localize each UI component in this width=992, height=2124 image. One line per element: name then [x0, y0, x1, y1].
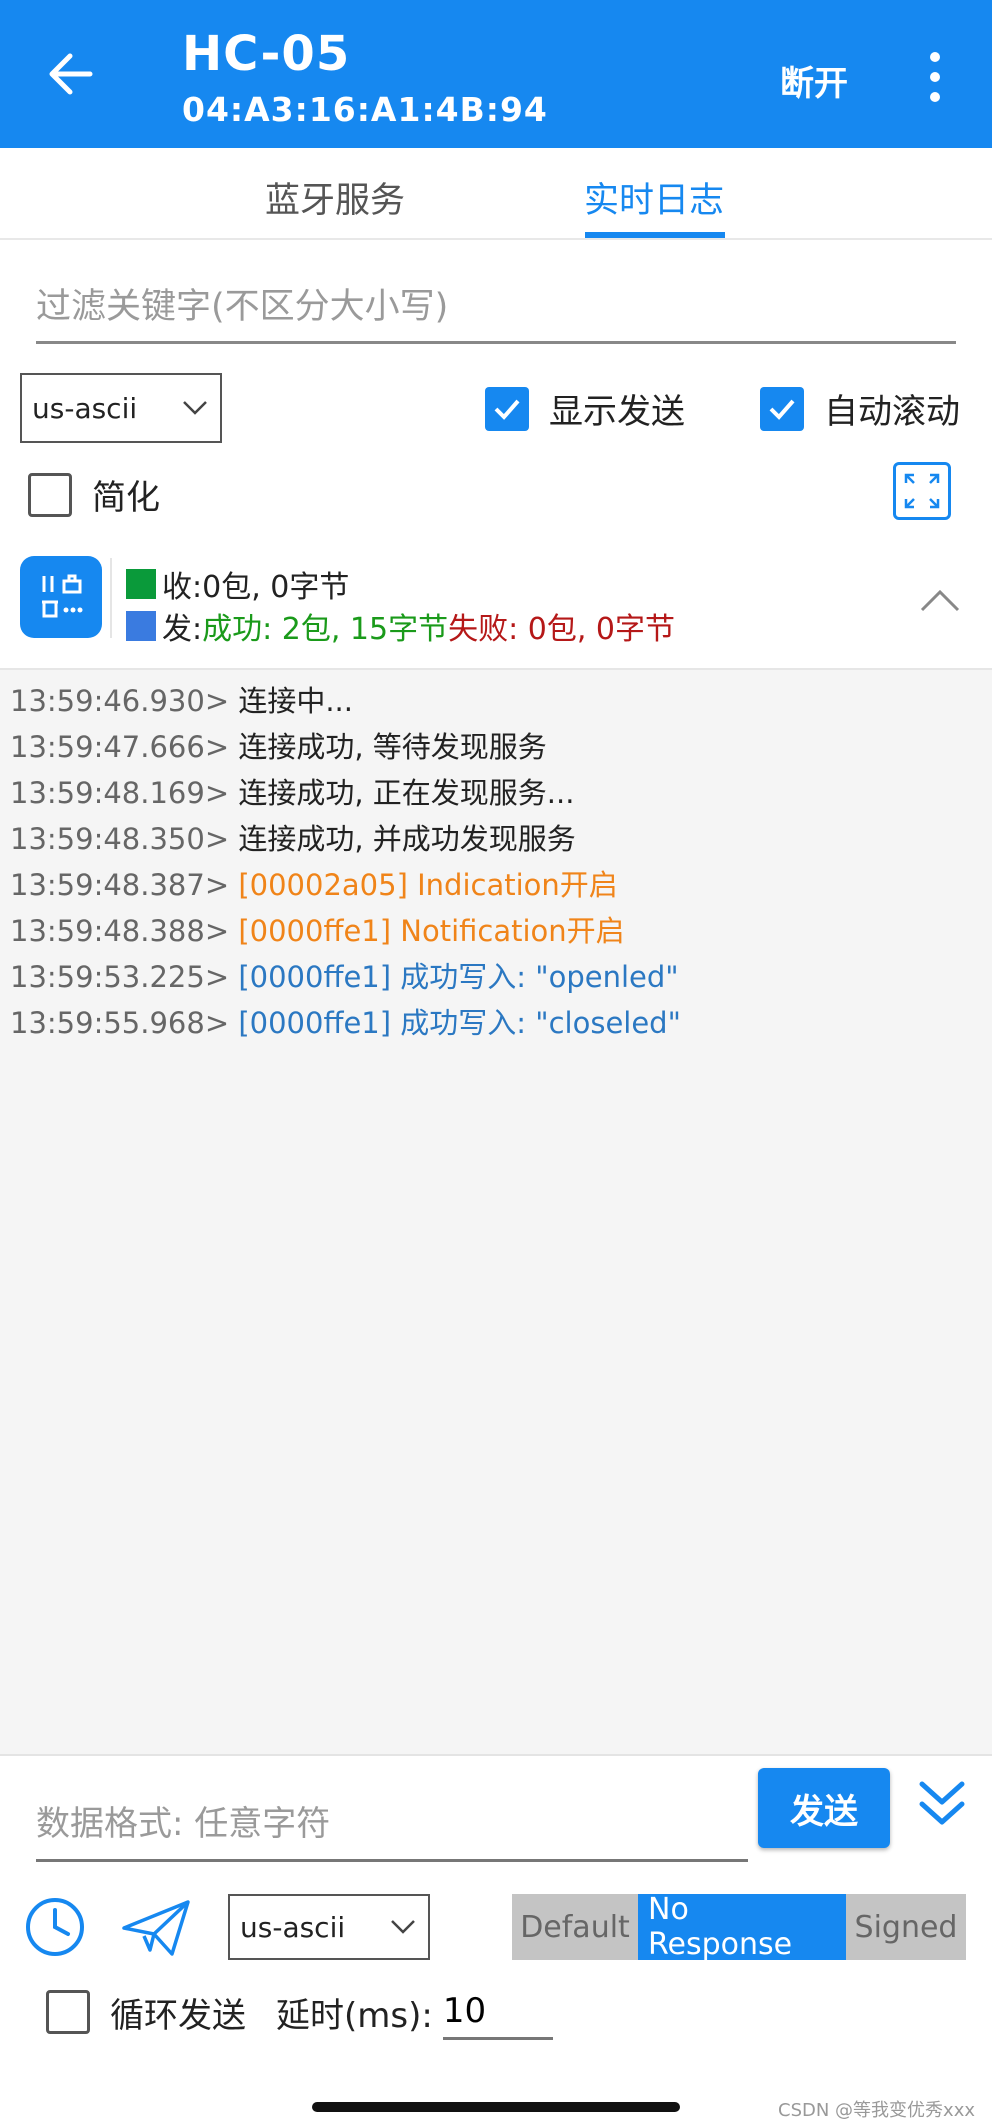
clock-icon[interactable]	[24, 1896, 86, 1958]
log-entry: 13:59:48.387> [00002a05] Indication开启	[10, 868, 618, 902]
send-encoding-value: us-ascii	[240, 1910, 346, 1944]
send-color-swatch	[126, 611, 156, 641]
home-indicator[interactable]	[312, 2102, 680, 2112]
show-send-checkbox[interactable]: 显示发送	[485, 384, 685, 433]
tab-bluetooth-services[interactable]: 蓝牙服务	[265, 172, 405, 223]
filter-keyword-input[interactable]	[36, 272, 956, 344]
back-arrow-icon	[49, 53, 93, 95]
checkbox-checked-icon	[760, 386, 804, 431]
send-button[interactable]: 发送	[758, 1768, 890, 1848]
device-address: 04:A3:16:A1:4B:94	[182, 90, 548, 129]
tab-indicator	[585, 232, 725, 238]
log-entry: 13:59:48.388> [0000ffe1] Notification开启	[10, 914, 625, 948]
log-entry: 13:59:47.666> 连接成功, 等待发现服务	[10, 730, 547, 764]
disconnect-button[interactable]: 断开	[780, 56, 848, 105]
delay-input[interactable]	[442, 1984, 553, 2040]
log-list[interactable]: 13:59:46.930> 连接中... 13:59:47.666> 连接成功,…	[0, 670, 992, 1754]
send-prefix: 发:	[162, 612, 203, 647]
log-controls-button[interactable]	[20, 556, 102, 638]
simplify-checkbox[interactable]: 简化	[28, 470, 160, 519]
log-entry: 13:59:48.350> 连接成功, 并成功发现服务	[10, 822, 576, 856]
receive-color-swatch	[126, 569, 156, 599]
send-encoding-select[interactable]: us-ascii	[228, 1894, 430, 1960]
auto-scroll-checkbox[interactable]: 自动滚动	[760, 384, 960, 433]
write-type-signed[interactable]: Signed	[846, 1894, 966, 1960]
watermark: CSDN @等我变优秀xxx	[778, 2100, 975, 2121]
log-entry: 13:59:46.930> 连接中...	[10, 684, 353, 718]
tab-bar: 蓝牙服务 实时日志	[0, 148, 992, 240]
log-entry: 13:59:53.225> [0000ffe1] 成功写入: "openled"	[10, 960, 679, 994]
receive-prefix: 收:	[162, 570, 203, 605]
loop-send-checkbox[interactable]	[46, 1990, 90, 2034]
loop-send-label: 循环发送	[110, 1995, 246, 2036]
traffic-stats-panel: 收: 0包, 0字节 发: 成功: 2包, 15字节 失败: 0包, 0字节	[0, 548, 992, 670]
send-stats: 发: 成功: 2包, 15字节 失败: 0包, 0字节	[126, 604, 675, 648]
back-button[interactable]	[40, 44, 100, 104]
chevron-down-icon	[183, 401, 207, 415]
fullscreen-expand-icon[interactable]	[893, 462, 951, 520]
delay-label: 延时(ms):	[276, 1995, 433, 2036]
loop-send-row: 循环发送 延时(ms):	[46, 1984, 553, 2040]
write-type-no-response[interactable]: No Response	[638, 1892, 846, 1962]
receive-stats: 收: 0包, 0字节	[126, 562, 349, 606]
write-type-selector: Default No Response Signed	[512, 1892, 966, 1962]
more-options-icon[interactable]	[918, 52, 952, 102]
log-entry: 13:59:55.968> [0000ffe1] 成功写入: "closeled…	[10, 1006, 681, 1040]
show-send-label: 显示发送	[549, 392, 685, 432]
log-entry: 13:59:48.169> 连接成功, 正在发现服务...	[10, 776, 575, 810]
log-encoding-select[interactable]: us-ascii	[20, 373, 222, 443]
auto-scroll-label: 自动滚动	[824, 392, 960, 432]
app-bar: HC-05 04:A3:16:A1:4B:94 断开	[0, 0, 992, 148]
pause-clear-icon	[42, 574, 83, 618]
send-data-input[interactable]	[36, 1788, 748, 1862]
double-chevron-down-icon[interactable]	[918, 1778, 966, 1830]
send-success-value: 成功: 2包, 15字节	[202, 612, 449, 647]
chevron-down-icon	[391, 1920, 415, 1934]
chevron-up-icon[interactable]	[920, 588, 960, 612]
receive-value: 0包, 0字节	[202, 570, 350, 605]
simplify-label: 简化	[92, 478, 160, 518]
device-name: HC-05	[182, 26, 351, 82]
log-encoding-value: us-ascii	[32, 391, 138, 425]
checkbox-unchecked-icon	[28, 472, 72, 517]
send-panel: 发送 us-ascii Default No Response Signed 循…	[0, 1754, 992, 2124]
checkbox-checked-icon	[485, 386, 529, 431]
tab-realtime-log[interactable]: 实时日志	[584, 172, 724, 223]
paper-plane-icon[interactable]	[120, 1898, 192, 1958]
send-fail-value: 失败: 0包, 0字节	[448, 612, 675, 647]
write-type-default[interactable]: Default	[512, 1894, 638, 1960]
divider	[110, 558, 112, 638]
